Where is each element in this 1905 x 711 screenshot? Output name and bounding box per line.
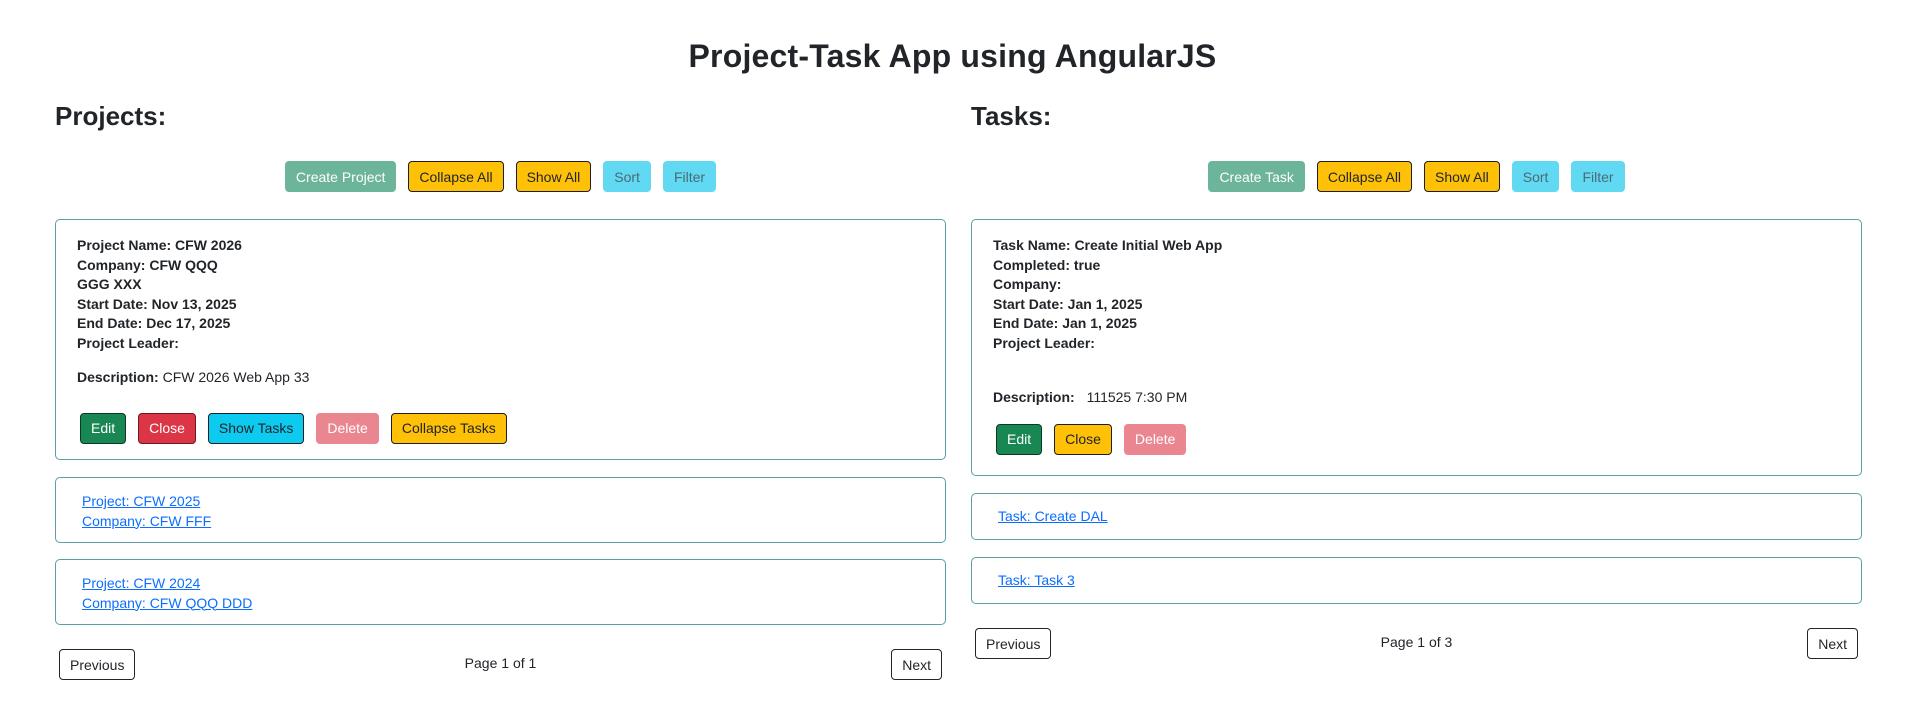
create-task-button[interactable]: Create Task: [1208, 161, 1305, 192]
projects-page-number: 1: [501, 655, 510, 671]
project-link[interactable]: Project: CFW 2024: [82, 574, 919, 594]
project-link[interactable]: Project: CFW 2025: [82, 492, 919, 512]
task-start-date: Start Date: Jan 1, 2025: [993, 295, 1143, 312]
project-company-link[interactable]: Company: CFW FFF: [82, 512, 919, 532]
project-actions: Edit Close Show Tasks Delete Collapse Ta…: [80, 412, 924, 444]
project-card-collapsed[interactable]: Project: CFW 2025 Company: CFW FFF: [55, 477, 946, 543]
project-close-button[interactable]: Close: [138, 412, 196, 444]
tasks-of-label: of: [1428, 634, 1441, 650]
project-edit-button[interactable]: Edit: [80, 412, 127, 444]
project-company-link[interactable]: Company: CFW QQQ DDD: [82, 594, 919, 614]
project-start-date: Start Date: Nov 13, 2025: [77, 295, 237, 312]
tasks-show-all-button[interactable]: Show All: [1424, 161, 1500, 192]
projects-collapse-all-button[interactable]: Collapse All: [408, 161, 504, 192]
task-close-button[interactable]: Close: [1054, 423, 1112, 455]
tasks-collapse-all-button[interactable]: Collapse All: [1316, 161, 1413, 192]
create-project-button[interactable]: Create Project: [284, 161, 397, 192]
task-card-collapsed[interactable]: Task: Task 3: [971, 557, 1862, 604]
projects-sort-button[interactable]: Sort: [603, 161, 651, 192]
task-company: Company:: [993, 276, 1062, 292]
task-description-label: Description:: [993, 389, 1075, 405]
project-show-tasks-button[interactable]: Show Tasks: [207, 412, 305, 444]
tasks-page-number: 1: [1417, 634, 1426, 650]
tasks-next-button[interactable]: Next: [1807, 628, 1858, 659]
project-leader: Project Leader:: [77, 334, 179, 351]
project-card-collapsed[interactable]: Project: CFW 2024 Company: CFW QQQ DDD: [55, 559, 946, 625]
task-name: Task Name: Create Initial Web App: [993, 237, 1223, 253]
project-name: Project Name: CFW 2026: [77, 237, 242, 253]
projects-page-label: Page: [464, 655, 498, 671]
task-card-collapsed[interactable]: Task: Create DAL: [971, 493, 1862, 540]
projects-pager: Previous Page 1 of 1 Next: [55, 649, 946, 680]
projects-of-label: of: [512, 655, 525, 671]
task-edit-button[interactable]: Edit: [996, 423, 1043, 455]
projects-show-all-button[interactable]: Show All: [515, 161, 592, 192]
project-end-date: End Date: Dec 17, 2025: [77, 315, 231, 331]
task-leader: Project Leader:: [993, 334, 1095, 351]
projects-filter-button[interactable]: Filter: [662, 161, 717, 192]
projects-heading: Projects:: [55, 101, 167, 131]
tasks-heading: Tasks:: [971, 101, 1052, 131]
project-description-value: CFW 2026 Web App 33: [162, 369, 310, 385]
tasks-page-total: 3: [1444, 634, 1453, 650]
project-description: Description: CFW 2026 Web App 33: [77, 368, 924, 388]
tasks-page-label: Page: [1380, 634, 1414, 650]
project-company-extra: GGG XXX: [77, 276, 142, 292]
project-delete-button[interactable]: Delete: [316, 412, 379, 444]
projects-page-total: 1: [528, 655, 537, 671]
project-company: Company: CFW QQQ: [77, 256, 218, 273]
task-completed: Completed: true: [993, 256, 1101, 273]
project-collapse-tasks-button[interactable]: Collapse Tasks: [390, 412, 507, 444]
projects-page-info: Page 1 of 1: [55, 655, 946, 671]
task-link[interactable]: Task: Task 3: [998, 571, 1835, 591]
tasks-page-info: Page 1 of 3: [971, 634, 1862, 650]
projects-toolbar: Create Project Collapse All Show All Sor…: [55, 161, 946, 192]
tasks-toolbar: Create Task Collapse All Show All Sort F…: [971, 161, 1862, 192]
projects-next-button[interactable]: Next: [891, 649, 942, 680]
task-description: Description: 111525 7:30 PM: [993, 388, 1840, 408]
task-actions: Edit Close Delete: [996, 423, 1840, 455]
tasks-sort-button[interactable]: Sort: [1511, 161, 1560, 192]
task-card-expanded: Task Name: Create Initial Web App Comple…: [971, 219, 1862, 476]
tasks-pager: Previous Page 1 of 3 Next: [971, 628, 1862, 659]
task-end-date: End Date: Jan 1, 2025: [993, 315, 1137, 331]
task-description-value: 111525 7:30 PM: [1086, 389, 1188, 405]
tasks-filter-button[interactable]: Filter: [1571, 161, 1625, 192]
project-description-label: Description:: [77, 369, 159, 385]
task-link[interactable]: Task: Create DAL: [998, 507, 1835, 527]
project-card-expanded: Project Name: CFW 2026 Company: CFW QQQ …: [55, 219, 946, 460]
task-delete-button[interactable]: Delete: [1123, 423, 1187, 455]
page-title: Project-Task App using AngularJS: [688, 38, 1217, 74]
